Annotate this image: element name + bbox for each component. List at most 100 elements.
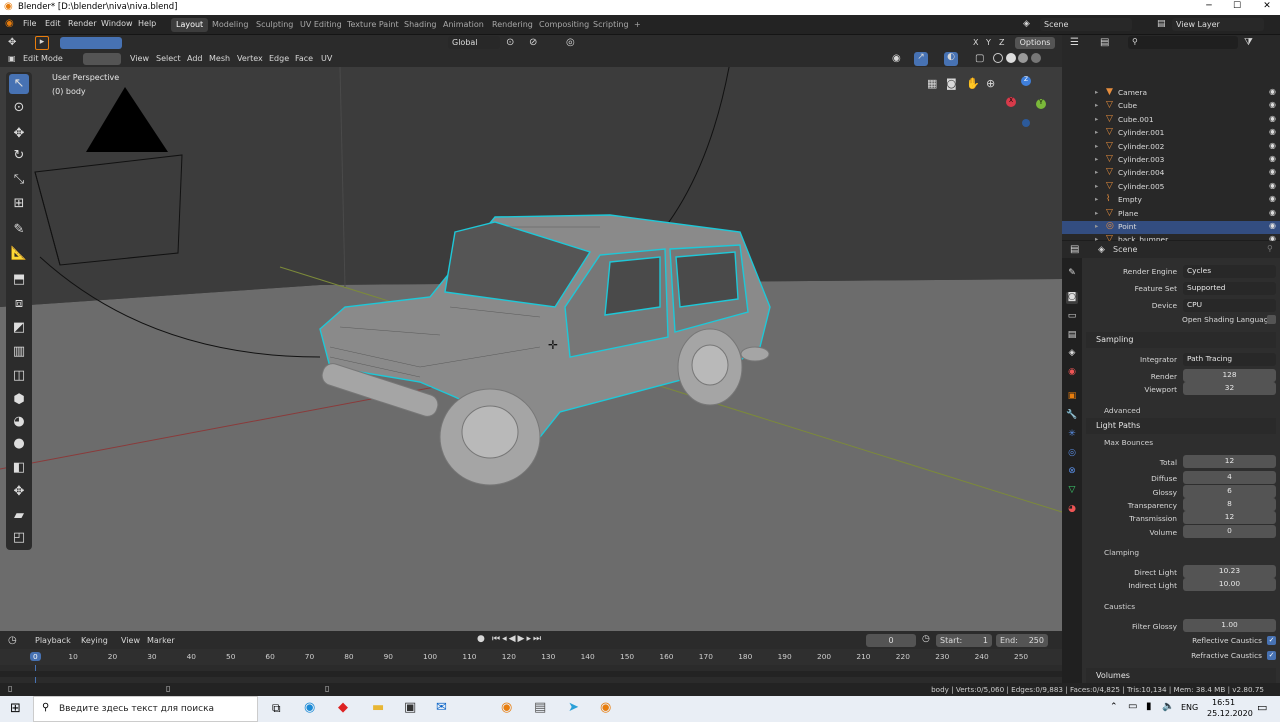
battery-icon[interactable]: ▮ (1146, 701, 1152, 712)
record-icon[interactable]: ● (477, 634, 485, 644)
poly-build-tool-icon[interactable]: ⬢ (9, 390, 29, 410)
loop-cut-tool-icon[interactable]: ▥ (9, 342, 29, 362)
visibility-eye-icon[interactable]: ◉ (1269, 154, 1276, 163)
outliner-row[interactable]: ▸ ▽ Plane ◉ (1062, 208, 1280, 221)
task-view-icon[interactable]: ⧉ (272, 701, 281, 716)
visibility-eye-icon[interactable]: ◉ (1269, 167, 1276, 176)
modifier-tab-icon[interactable]: 🔧 (1066, 410, 1078, 422)
current-frame-field[interactable]: 0 (866, 634, 916, 647)
network-icon[interactable]: ▭ (1128, 701, 1137, 712)
volume-icon[interactable]: 🔈 (1162, 701, 1174, 712)
filter-glossy-field[interactable]: 1.00 (1183, 619, 1276, 632)
timeline-menu-view[interactable]: View (121, 636, 140, 645)
close-button[interactable]: ✕ (1258, 1, 1276, 11)
total-field[interactable]: 12 (1183, 455, 1276, 468)
scene-field[interactable]: Scene (1040, 18, 1132, 31)
end-frame-field[interactable]: End: 250 (996, 634, 1048, 647)
timeline-scrollbar[interactable] (0, 671, 1062, 677)
editor-type-icon[interactable]: ✥ (8, 37, 16, 48)
tab-animation[interactable]: Animation (438, 18, 489, 32)
navigation-gizmo[interactable]: Z Y X (1000, 73, 1050, 133)
filter-icon[interactable]: ⧩ (1244, 37, 1253, 48)
tab-texture-paint[interactable]: Texture Paint (342, 18, 404, 32)
tab-shading[interactable]: Shading (399, 18, 442, 32)
grid-view-icon[interactable]: ▦ (927, 77, 937, 90)
expand-arrow-icon[interactable]: ▸ (1095, 222, 1098, 230)
tab-scripting[interactable]: Scripting (588, 18, 634, 32)
menu-mesh[interactable]: Mesh (209, 54, 230, 63)
expand-arrow-icon[interactable]: ▸ (1095, 142, 1098, 150)
properties-type-icon[interactable]: ▤ (1070, 244, 1079, 255)
menu-select[interactable]: Select (156, 54, 181, 63)
clock-icon[interactable]: ◷ (922, 634, 930, 644)
output-tab-icon[interactable]: ▭ (1066, 311, 1078, 323)
outliner-row[interactable]: ▸ ▽ Cylinder.003 ◉ (1062, 154, 1280, 167)
mesh-select-mode-buttons[interactable] (83, 53, 121, 65)
notifications-icon[interactable]: ▭ (1257, 701, 1267, 714)
visibility-icon[interactable]: ◉ (892, 53, 901, 64)
volumes-panel-header[interactable]: Volumes (1086, 668, 1276, 684)
glossy-field[interactable]: 6 (1183, 485, 1276, 498)
clamping-subpanel[interactable]: Clamping (1104, 548, 1280, 557)
menu-uv[interactable]: UV (321, 54, 332, 63)
particles-tab-icon[interactable]: ✳ (1066, 429, 1078, 441)
expand-arrow-icon[interactable]: ▸ (1095, 115, 1098, 123)
device-select[interactable]: CPU (1183, 299, 1276, 312)
render-engine-select[interactable]: Cycles (1183, 265, 1276, 278)
visibility-eye-icon[interactable]: ◉ (1269, 208, 1276, 217)
menu-help[interactable]: Help (138, 19, 156, 28)
outliner-search-input[interactable] (1128, 36, 1238, 49)
expand-arrow-icon[interactable]: ▸ (1095, 101, 1098, 109)
diffuse-field[interactable]: 4 (1183, 471, 1276, 484)
menu-window[interactable]: Window (101, 19, 133, 28)
tray-chevron-icon[interactable]: ⌃ (1110, 702, 1118, 712)
vivaldi-browser-icon[interactable]: ◆ (338, 700, 348, 715)
rip-tool-icon[interactable]: ◰ (9, 528, 29, 548)
tab-modeling[interactable]: Modeling (207, 18, 253, 32)
tab-layout[interactable]: Layout (171, 18, 209, 32)
extrude-tool-icon[interactable]: ⬒ (9, 270, 29, 290)
menu-face[interactable]: Face (295, 54, 313, 63)
visibility-eye-icon[interactable]: ◉ (1269, 87, 1276, 96)
edge-browser-icon[interactable]: ◉ (304, 700, 315, 715)
measure-tool-icon[interactable]: 📐 (9, 244, 29, 264)
visibility-eye-icon[interactable]: ◉ (1269, 141, 1276, 150)
timeline-menu-playback[interactable]: Playback (35, 636, 71, 645)
3d-viewport[interactable]: ✛ User Perspective (0) body Z Y X ▦ ◙ ✋ … (0, 67, 1062, 631)
knife-tool-icon[interactable]: ◫ (9, 366, 29, 386)
expand-arrow-icon[interactable]: ▸ (1095, 128, 1098, 136)
select-box-icon[interactable]: ▸ (35, 36, 49, 50)
outliner-row[interactable]: ▸ ▽ Cylinder.004 ◉ (1062, 167, 1280, 180)
integrator-select[interactable]: Path Tracing (1183, 353, 1276, 366)
gizmo-y-axis[interactable]: Y (1036, 99, 1046, 109)
camera-view-icon[interactable]: ◙ (946, 77, 957, 90)
osl-checkbox[interactable] (1267, 315, 1276, 324)
gizmo-neg-z-axis[interactable] (1022, 119, 1030, 127)
advanced-subpanel[interactable]: Advanced (1104, 406, 1280, 415)
transparency-field[interactable]: 8 (1183, 498, 1276, 511)
smooth-tool-icon[interactable]: ● (9, 434, 29, 454)
mail-icon[interactable]: ✉ (436, 700, 447, 715)
timeline-type-icon[interactable]: ◷ (8, 635, 17, 646)
options-button[interactable]: Options (1015, 37, 1055, 49)
menu-add[interactable]: Add (187, 54, 203, 63)
cursor-tool-icon[interactable]: ⊙ (9, 98, 29, 118)
transform-orientation-select[interactable]: Global (448, 36, 500, 49)
pin-icon[interactable]: ⚲ (1267, 244, 1273, 253)
blender-taskbar-icon[interactable]: ◉ (501, 700, 512, 715)
annotate-tool-icon[interactable]: ✎ (9, 220, 29, 240)
outliner-row[interactable]: ▸ ◎ Point ◉ (1062, 221, 1280, 234)
language-indicator[interactable]: ENG (1181, 703, 1198, 712)
xray-icon[interactable]: ▢ (975, 53, 984, 64)
blender-menu-icon[interactable]: ◉ (5, 18, 14, 29)
outliner-row[interactable]: ▸ ▽ Cylinder.005 ◉ (1062, 181, 1280, 194)
feature-set-select[interactable]: Supported (1183, 282, 1276, 295)
menu-edge[interactable]: Edge (269, 54, 289, 63)
select-mode-buttons[interactable] (60, 37, 122, 49)
menu-vertex[interactable]: Vertex (237, 54, 263, 63)
expand-arrow-icon[interactable]: ▸ (1095, 209, 1098, 217)
indirect-light-field[interactable]: 10.00 (1183, 578, 1276, 591)
inset-tool-icon[interactable]: ⧈ (9, 294, 29, 314)
pivot-icon[interactable]: ⊙ (506, 37, 514, 48)
outliner-row[interactable]: ▸ ▼ Camera ◉ (1062, 87, 1280, 100)
